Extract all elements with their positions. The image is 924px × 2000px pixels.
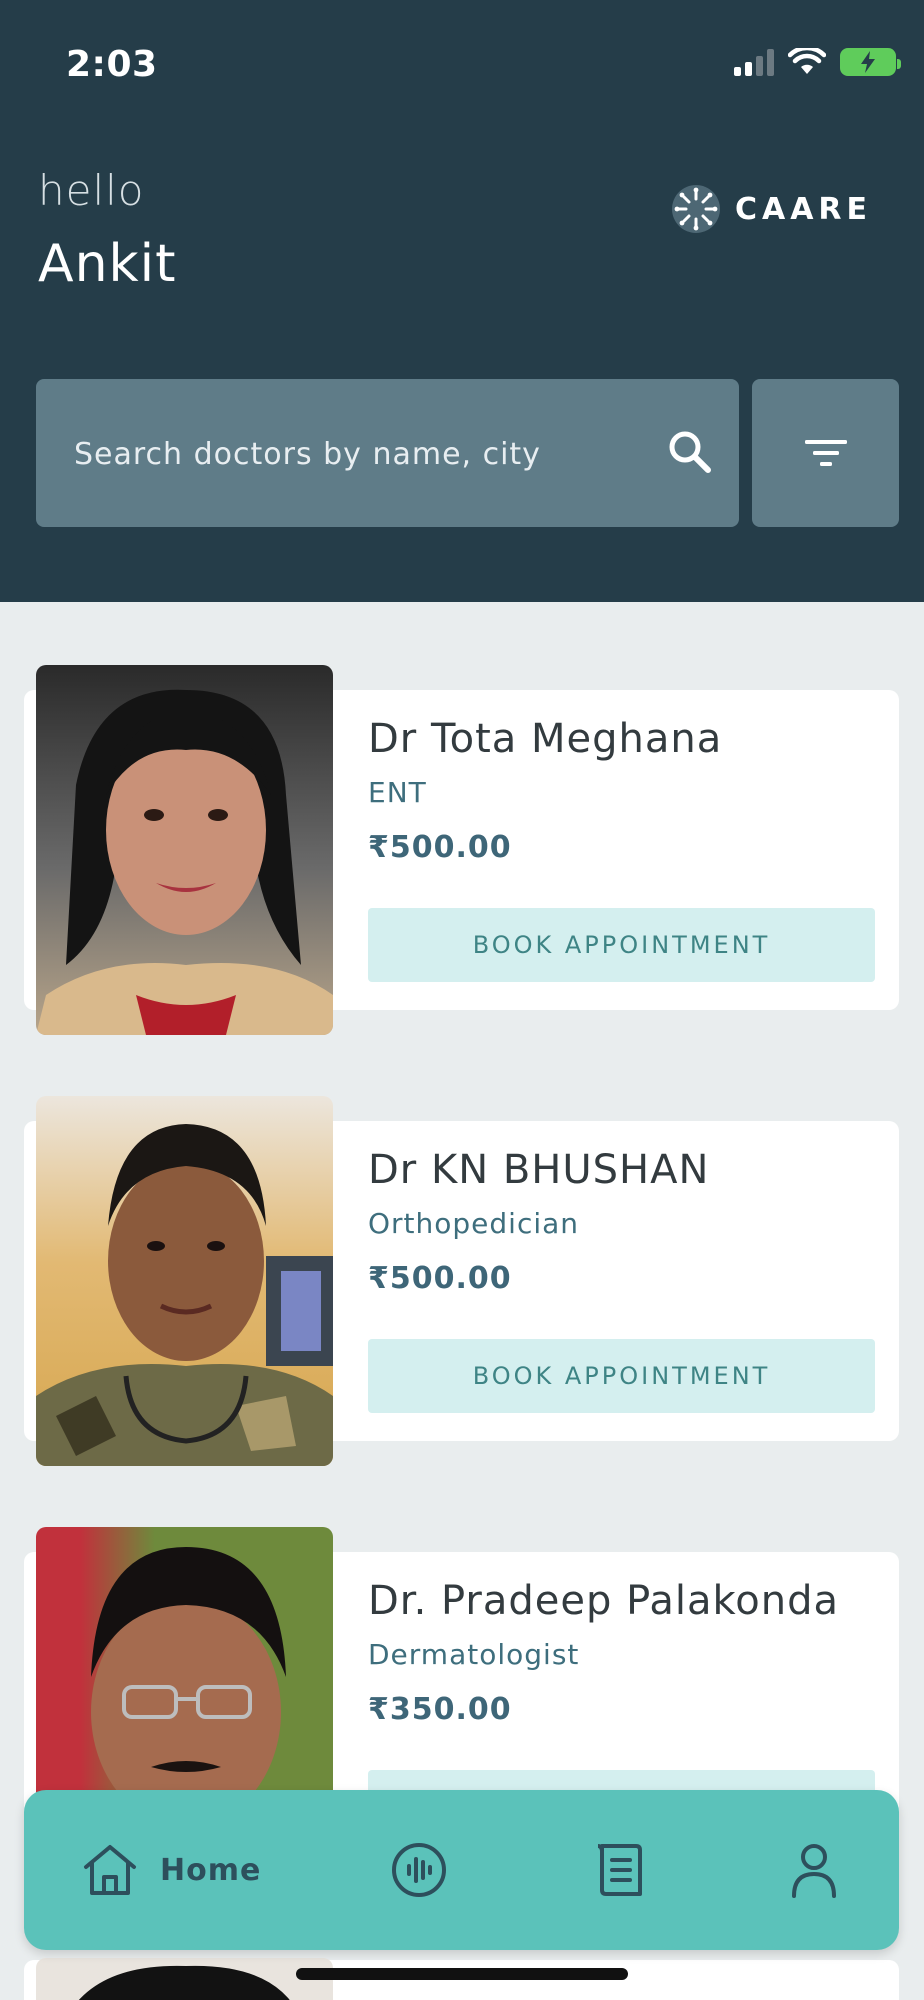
wifi-icon [788,48,826,74]
records-icon [597,1844,642,1896]
nav-profile[interactable] [790,1790,838,1950]
app-header: 2:03 hello Ankit CAARE Search doctors by… [0,0,924,602]
doctor-name: Dr Tota Meghana [368,716,723,762]
doctor-photo [36,665,333,1035]
bottom-navigation: Home [24,1790,899,1950]
doctor-fee: ₹500.00 [368,830,512,865]
book-appointment-button[interactable]: BOOK APPOINTMENT [368,908,875,982]
search-placeholder: Search doctors by name, city [74,437,541,472]
brand-name: CAARE [734,191,872,227]
user-name: Ankit [38,234,177,294]
battery-charging-icon [840,48,901,76]
nav-home[interactable]: Home [82,1790,261,1950]
doctor-fee: ₹500.00 [368,1261,512,1296]
voice-icon [392,1843,446,1897]
status-icons [734,48,901,76]
doctor-specialty: Dermatologist [368,1638,580,1671]
doctor-name: Dr. Pradeep Palakonda [368,1578,840,1624]
doctor-specialty: ENT [368,776,427,809]
brand-logo: CAARE [671,184,872,234]
nav-voice[interactable] [391,1790,447,1950]
doctor-avatar-image [36,689,333,1035]
doctor-avatar-image [36,1124,333,1466]
caare-logo-icon [671,185,720,233]
search-icon[interactable] [665,427,715,477]
doctor-name: Dr KN BHUSHAN [368,1147,710,1193]
book-appointment-button[interactable]: BOOK APPOINTMENT [368,1339,875,1413]
status-bar: 2:03 [0,0,924,130]
doctor-photo [36,1096,333,1466]
filter-button[interactable] [752,379,899,527]
profile-icon [792,1844,836,1898]
doctor-specialty: Orthopedician [368,1207,580,1240]
doctor-photo [36,1958,333,2000]
home-indicator [296,1968,628,1980]
status-time: 2:03 [66,44,158,85]
search-input[interactable]: Search doctors by name, city [36,379,739,527]
greeting-text: hello [38,166,145,215]
cellular-signal-icon [734,48,774,76]
nav-home-label: Home [160,1852,262,1888]
filter-icon [804,440,847,466]
doctor-fee: ₹350.00 [368,1692,512,1727]
nav-records[interactable] [596,1790,646,1950]
home-icon [84,1845,136,1895]
